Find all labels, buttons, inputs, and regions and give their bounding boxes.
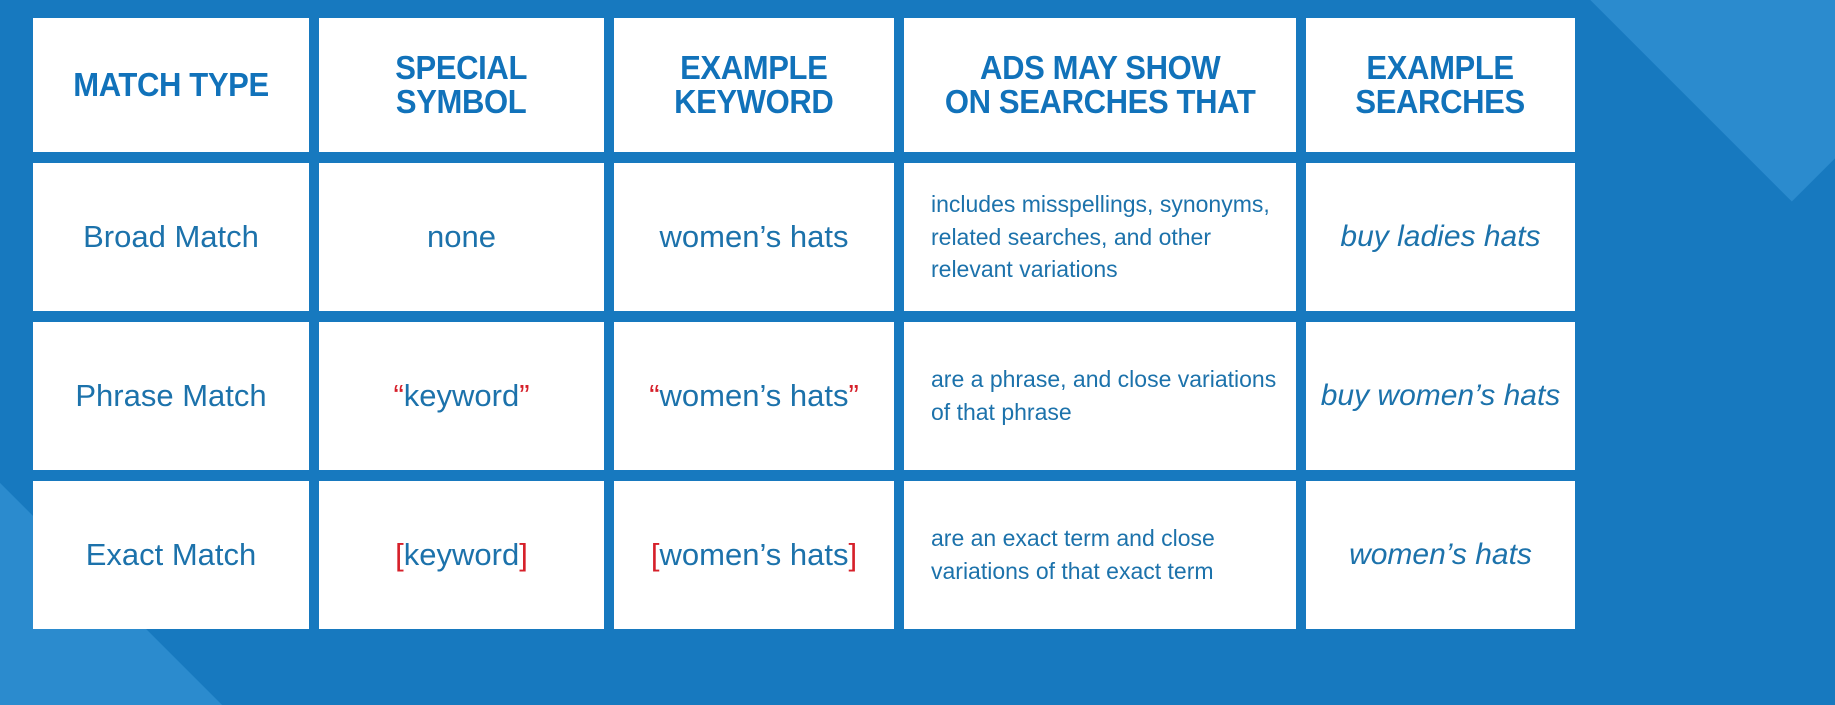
- symbol-text: none: [427, 219, 496, 255]
- header-line: ADS MAY SHOW: [979, 49, 1221, 87]
- table-row: buy women’s hats: [1306, 322, 1575, 470]
- table-row: women’s hats: [614, 163, 894, 311]
- table-row: “women’s hats”: [614, 322, 894, 470]
- keyword-match-types-table: MATCH TYPE SPECIAL SYMBOL EXAMPLE KEYWOR…: [33, 18, 1805, 668]
- column-header-ads-may-show: ADS MAY SHOW ON SEARCHES THAT: [904, 18, 1296, 152]
- header-line: SYMBOL: [396, 83, 527, 120]
- keyword-suffix: ”: [848, 378, 859, 414]
- example-keyword-value: [women’s hats]: [651, 536, 857, 573]
- column-header-example-searches-label: EXAMPLE SEARCHES: [1355, 49, 1526, 120]
- table-row: Broad Match: [33, 163, 309, 311]
- header-line: KEYWORD: [674, 83, 834, 120]
- symbol-suffix: ”: [519, 378, 530, 414]
- symbol-prefix: “: [393, 378, 404, 414]
- keyword-text: women’s hats: [659, 378, 849, 414]
- ads-may-show-description: are a phrase, and close variations of th…: [931, 366, 1277, 425]
- example-search-value: buy ladies hats: [1340, 220, 1541, 253]
- table-row: “keyword”: [319, 322, 604, 470]
- table-row: are an exact term and close variations o…: [904, 481, 1296, 629]
- table-row: [keyword]: [319, 481, 604, 629]
- keyword-text: women’s hats: [659, 219, 849, 255]
- symbol-prefix: [: [395, 537, 404, 573]
- match-type-value: Broad Match: [83, 219, 259, 255]
- header-line: MATCH TYPE: [73, 66, 269, 103]
- example-search-value: women’s hats: [1349, 538, 1532, 571]
- example-search-value: buy women’s hats: [1320, 379, 1561, 412]
- symbol-text: keyword: [403, 378, 520, 414]
- table-row: Exact Match: [33, 481, 309, 629]
- table-row: includes misspellings, synonyms, related…: [904, 163, 1296, 311]
- match-type-value: Phrase Match: [75, 378, 267, 414]
- ads-may-show-description: are an exact term and close variations o…: [931, 525, 1215, 584]
- table-row: Phrase Match: [33, 322, 309, 470]
- table-row: women’s hats: [1306, 481, 1575, 629]
- example-keyword-value: “women’s hats”: [649, 377, 859, 414]
- column-header-match-type-label: MATCH TYPE: [73, 68, 269, 102]
- header-line: ON SEARCHES THAT: [944, 83, 1256, 120]
- table-row: [women’s hats]: [614, 481, 894, 629]
- table-row: are a phrase, and close variations of th…: [904, 322, 1296, 470]
- keyword-prefix: “: [649, 378, 660, 414]
- keyword-text: women’s hats: [659, 537, 849, 573]
- header-line: EXAMPLE: [680, 49, 828, 87]
- column-header-special-symbol: SPECIAL SYMBOL: [319, 18, 604, 152]
- column-header-match-type: MATCH TYPE: [33, 18, 309, 152]
- column-header-example-keyword: EXAMPLE KEYWORD: [614, 18, 894, 152]
- symbol-text: keyword: [403, 537, 520, 573]
- column-header-example-searches: EXAMPLE SEARCHES: [1306, 18, 1575, 152]
- column-header-example-keyword-label: EXAMPLE KEYWORD: [674, 49, 834, 120]
- special-symbol-value: [keyword]: [395, 536, 528, 573]
- infographic-canvas: MATCH TYPE SPECIAL SYMBOL EXAMPLE KEYWOR…: [0, 0, 1835, 705]
- header-line: EXAMPLE: [1366, 49, 1515, 87]
- symbol-suffix: ]: [519, 537, 528, 573]
- header-line: SPECIAL: [395, 49, 528, 87]
- keyword-prefix: [: [650, 537, 660, 573]
- ads-may-show-description: includes misspellings, synonyms, related…: [931, 191, 1270, 283]
- keyword-suffix: ]: [848, 537, 858, 573]
- column-header-special-symbol-label: SPECIAL SYMBOL: [396, 51, 528, 119]
- table-row: buy ladies hats: [1306, 163, 1575, 311]
- column-header-ads-may-show-label: ADS MAY SHOW ON SEARCHES THAT: [945, 51, 1256, 119]
- match-type-value: Exact Match: [85, 537, 257, 573]
- example-keyword-value: women’s hats: [660, 218, 849, 255]
- header-line: SEARCHES: [1355, 83, 1526, 120]
- special-symbol-value: none: [427, 218, 496, 255]
- table-row: none: [319, 163, 604, 311]
- special-symbol-value: “keyword”: [393, 377, 529, 414]
